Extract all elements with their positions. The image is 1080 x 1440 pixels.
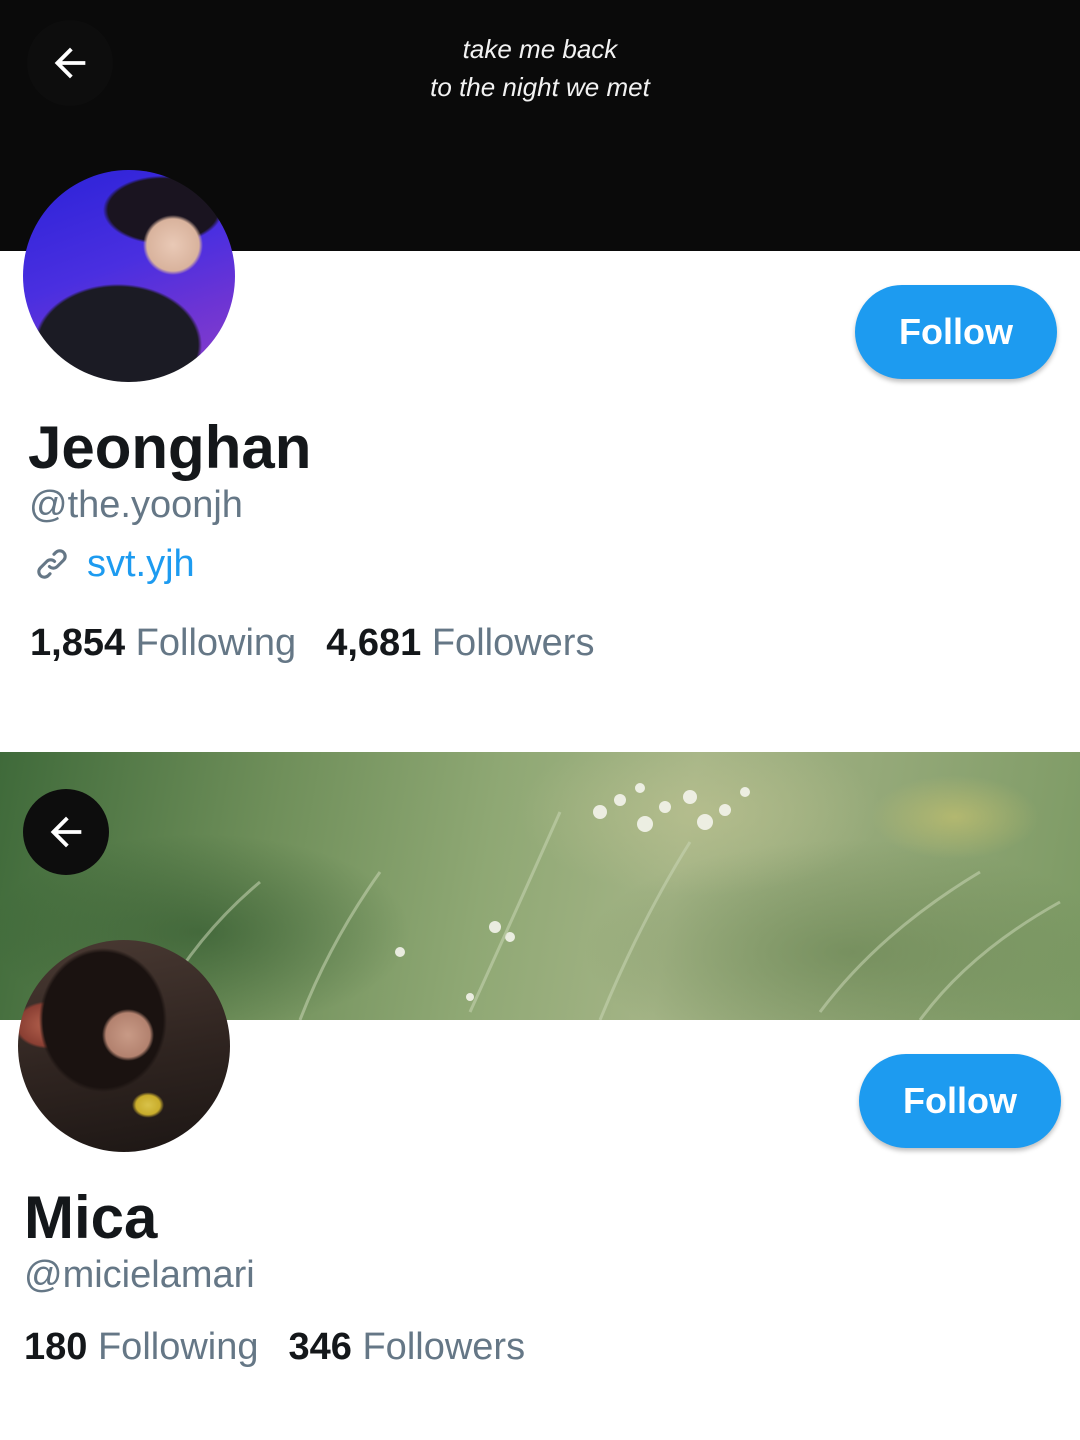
following-count: 180 — [24, 1326, 88, 1368]
avatar[interactable] — [23, 170, 235, 382]
banner-caption: take me back to the night we met — [0, 30, 1080, 106]
followers-label: Followers — [431, 622, 595, 664]
follow-button[interactable]: Follow — [859, 1054, 1061, 1148]
banner-caption-line: take me back — [462, 34, 618, 64]
following-stat[interactable]: 1,854 Following — [30, 622, 296, 664]
back-button[interactable] — [23, 789, 109, 875]
arrow-left-icon — [50, 816, 82, 848]
followers-stat[interactable]: 346 Followers — [289, 1326, 526, 1368]
username-handle: @the.yoonjh — [29, 484, 243, 526]
display-name: Mica — [24, 1184, 158, 1251]
avatar[interactable] — [18, 940, 230, 1152]
back-button[interactable] — [27, 20, 113, 106]
following-label: Following — [97, 1326, 259, 1368]
followers-stat[interactable]: 4,681 Followers — [326, 622, 594, 664]
follow-stats: 180 Following 346 Followers — [24, 1326, 525, 1369]
followers-count: 346 — [288, 1326, 352, 1368]
profile-card-jeonghan: take me back to the night we met Follow … — [0, 0, 1080, 700]
following-stat[interactable]: 180 Following — [24, 1326, 259, 1368]
following-count: 1,854 — [30, 622, 126, 664]
banner-caption-line: to the night we met — [430, 72, 650, 102]
follow-stats: 1,854 Following 4,681 Followers — [30, 622, 594, 665]
profile-link-text[interactable]: svt.yjh — [87, 543, 195, 586]
display-name: Jeonghan — [28, 414, 312, 481]
username-handle: @micielamari — [24, 1254, 255, 1296]
followers-label: Followers — [362, 1326, 526, 1368]
link-icon — [37, 549, 67, 579]
profile-card-mica: Follow Mica @micielamari 180 Following 34… — [0, 752, 1080, 1440]
arrow-left-icon — [54, 47, 86, 79]
follow-button[interactable]: Follow — [855, 285, 1057, 379]
profile-link[interactable]: svt.yjh — [30, 542, 195, 586]
following-label: Following — [135, 622, 297, 664]
followers-count: 4,681 — [326, 622, 422, 664]
